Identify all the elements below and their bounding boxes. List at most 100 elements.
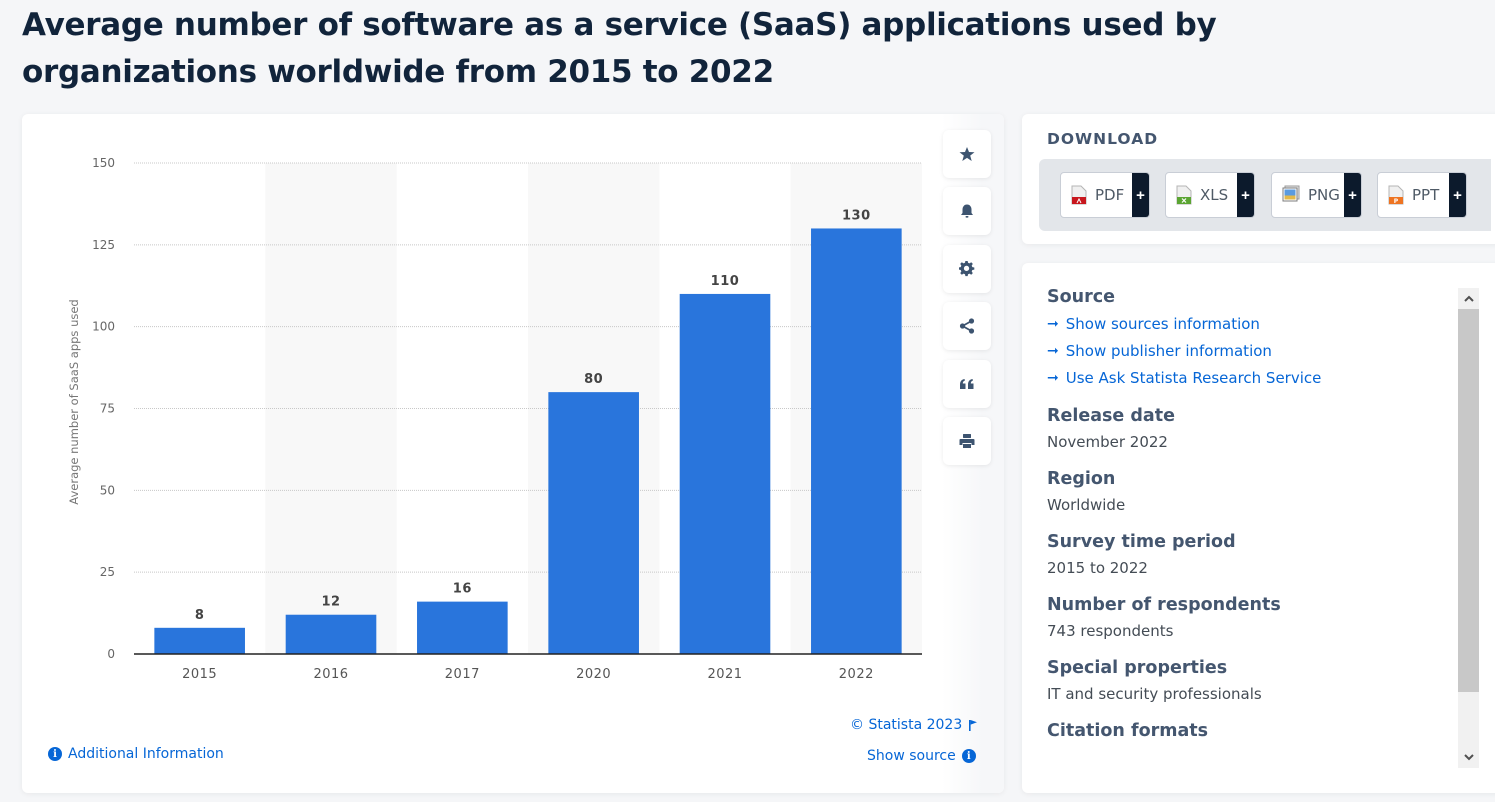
page-title: Average number of software as a service …	[22, 7, 1217, 90]
copyright-link[interactable]: © Statista 2023	[850, 717, 978, 733]
x-tick-label: 2022	[839, 667, 874, 682]
release-date-section: Release date November 2022	[1047, 402, 1447, 455]
citation-heading: Citation formats	[1047, 721, 1209, 741]
download-png-plus[interactable]: +	[1344, 173, 1361, 217]
scrollbar-thumb[interactable]	[1458, 309, 1479, 692]
respondents-value: 743 respondents	[1047, 622, 1174, 640]
survey-period-heading: Survey time period	[1047, 532, 1236, 552]
scroll-up-arrow-icon[interactable]	[1458, 288, 1479, 309]
info-scrollbar[interactable]	[1458, 288, 1479, 768]
notification-button[interactable]	[943, 187, 991, 235]
download-pdf-button[interactable]: PDF +	[1060, 172, 1150, 218]
download-png-button[interactable]: PNG +	[1271, 172, 1362, 218]
y-tick-label: 75	[100, 402, 115, 416]
release-date-heading: Release date	[1047, 406, 1175, 426]
show-source-link[interactable]: Show source i	[867, 748, 976, 764]
survey-period-value: 2015 to 2022	[1047, 559, 1148, 577]
ask-statista-link[interactable]: ➞ Use Ask Statista Research Service	[1047, 365, 1447, 392]
y-tick-label: 50	[100, 483, 115, 497]
download-ppt-plus[interactable]: +	[1449, 173, 1466, 217]
additional-information-link[interactable]: i Additional Information	[48, 746, 224, 762]
pdf-file-icon	[1071, 185, 1087, 205]
x-tick-label: 2020	[576, 667, 611, 682]
star-icon	[959, 147, 975, 161]
arrow-right-icon: ➞	[1047, 316, 1059, 332]
special-properties-value: IT and security professionals	[1047, 685, 1262, 703]
download-xls-button[interactable]: XLS +	[1165, 172, 1255, 218]
share-button[interactable]	[943, 302, 991, 350]
region-section: Region Worldwide	[1047, 465, 1447, 518]
bar[interactable]	[285, 614, 377, 654]
y-tick-label: 150	[92, 156, 115, 170]
release-date-value: November 2022	[1047, 433, 1168, 451]
copyright-text: © Statista 2023	[850, 717, 963, 733]
x-tick-label: 2016	[313, 667, 348, 682]
arrow-right-icon: ➞	[1047, 370, 1059, 386]
bar[interactable]	[548, 392, 639, 654]
quote-icon	[960, 379, 974, 389]
respondents-heading: Number of respondents	[1047, 595, 1281, 615]
show-sources-link[interactable]: ➞ Show sources information	[1047, 311, 1447, 338]
share-icon	[959, 318, 975, 334]
bar[interactable]	[679, 293, 771, 654]
bell-icon	[961, 204, 973, 218]
download-xls-label: XLS	[1200, 186, 1229, 204]
settings-button[interactable]	[943, 245, 991, 293]
additional-information-label: Additional Information	[68, 746, 224, 762]
chart-card: 0 25 50 75 100 125 150 2015 2016 2017 2020 2021 202…	[22, 114, 1004, 793]
show-publisher-label: Show publisher information	[1065, 342, 1272, 360]
flag-icon	[969, 720, 978, 731]
respondents-section: Number of respondents 743 respondents	[1047, 591, 1447, 644]
cite-button[interactable]	[943, 360, 991, 408]
bar[interactable]	[811, 228, 902, 654]
favorite-button[interactable]	[943, 130, 991, 178]
show-source-label: Show source	[867, 748, 956, 764]
special-properties-section: Special properties IT and security profe…	[1047, 654, 1447, 707]
x-tick-label: 2021	[707, 667, 742, 682]
ppt-file-icon: P	[1388, 185, 1404, 205]
download-ppt-button[interactable]: P PPT +	[1377, 172, 1467, 218]
bar-value-label: 12	[321, 595, 340, 610]
region-value: Worldwide	[1047, 496, 1126, 514]
download-png-label: PNG	[1308, 186, 1340, 204]
show-sources-label: Show sources information	[1065, 315, 1260, 333]
info-scroll-area[interactable]: Source ➞ Show sources information ➞ Show p…	[1047, 283, 1447, 763]
bar-chart: 0 25 50 75 100 125 150 2015 2016 2017 2020 2021 202…	[67, 156, 922, 682]
arrow-right-icon: ➞	[1047, 343, 1059, 359]
survey-period-section: Survey time period 2015 to 2022	[1047, 528, 1447, 581]
bar-value-label: 80	[584, 372, 603, 387]
print-icon	[959, 434, 975, 448]
bar-value-label: 8	[195, 608, 205, 623]
download-pdf-label: PDF	[1095, 186, 1125, 204]
x-tick-label: 2017	[445, 667, 480, 682]
bar-value-label: 130	[842, 208, 871, 223]
info-icon: i	[48, 747, 62, 761]
y-tick-label: 0	[107, 647, 115, 661]
svg-text:P: P	[1394, 198, 1399, 205]
gear-icon	[959, 261, 975, 277]
download-pdf-plus[interactable]: +	[1132, 173, 1149, 217]
y-tick-label: 125	[92, 238, 115, 252]
region-heading: Region	[1047, 469, 1116, 489]
download-panel: DOWNLOAD PDF + XLS + PNG + P PPT +	[1022, 114, 1495, 244]
xls-file-icon	[1176, 185, 1192, 205]
download-heading: DOWNLOAD	[1047, 130, 1159, 148]
download-bar: PDF + XLS + PNG + P PPT +	[1039, 159, 1491, 231]
bar[interactable]	[154, 627, 245, 654]
show-publisher-link[interactable]: ➞ Show publisher information	[1047, 338, 1447, 365]
statistic-info-panel: Source ➞ Show sources information ➞ Show p…	[1022, 263, 1495, 793]
scroll-down-arrow-icon[interactable]	[1458, 747, 1479, 768]
x-tick-label: 2015	[182, 667, 217, 682]
ask-statista-label: Use Ask Statista Research Service	[1065, 369, 1322, 387]
info-icon: i	[961, 749, 976, 763]
source-section: Source ➞ Show sources information ➞ Show p…	[1047, 283, 1447, 392]
y-tick-label: 25	[100, 565, 115, 579]
y-tick-label: 100	[92, 320, 115, 334]
special-properties-heading: Special properties	[1047, 658, 1228, 678]
bar[interactable]	[417, 601, 508, 654]
print-button[interactable]	[943, 417, 991, 465]
bar-value-label: 16	[453, 582, 472, 597]
y-axis-ticks: 0 25 50 75 100 125 150	[92, 156, 115, 661]
y-axis-title: Average number of SaaS apps used	[67, 299, 81, 504]
download-xls-plus[interactable]: +	[1237, 173, 1254, 217]
